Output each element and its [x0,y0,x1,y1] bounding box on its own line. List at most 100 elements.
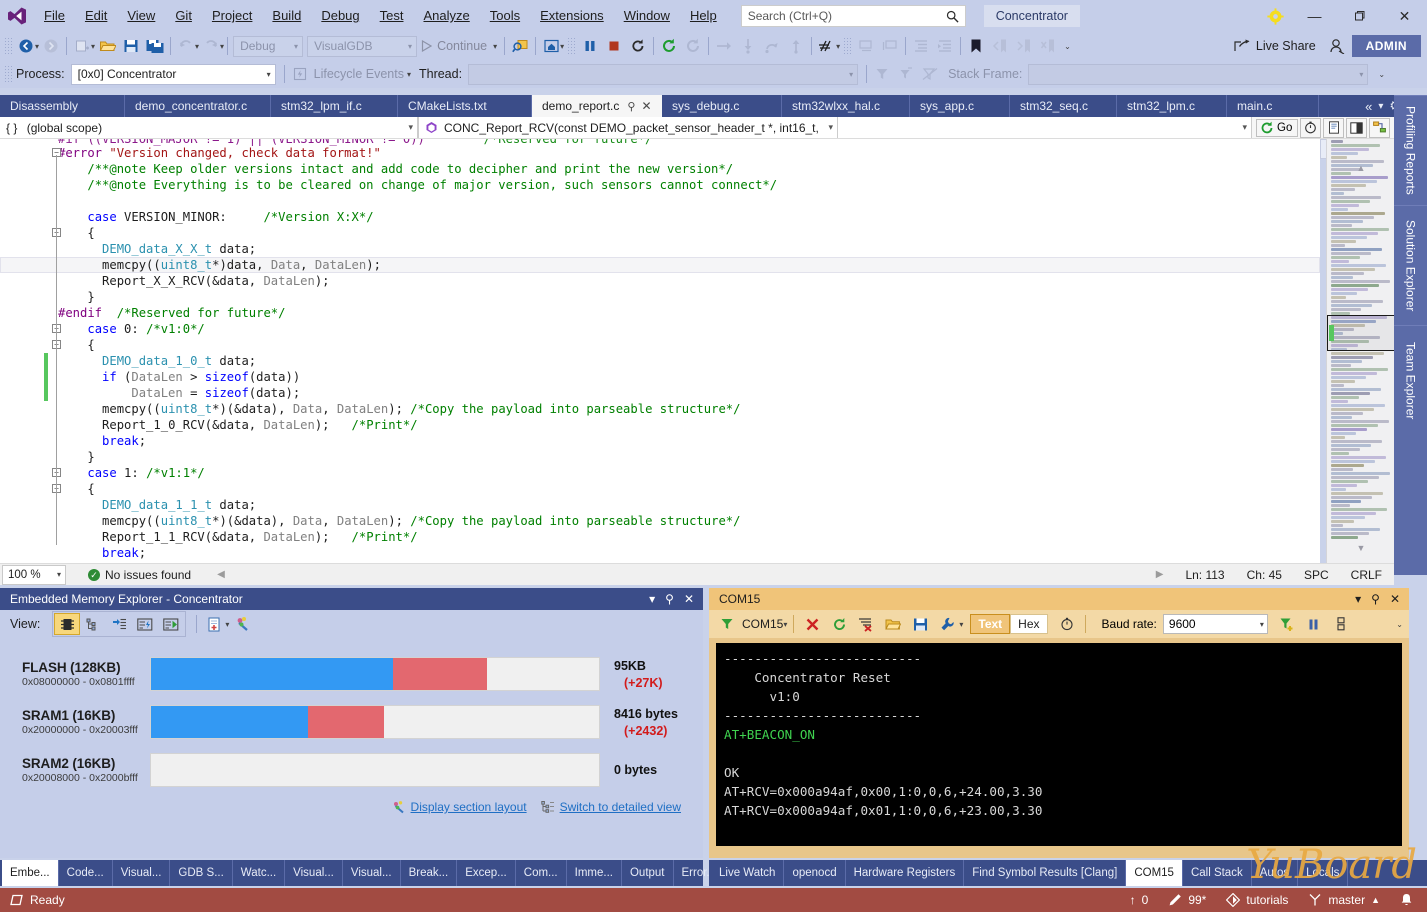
solution-platform-combo[interactable]: VisualGDB ▾ [307,35,418,57]
toolbar-grip[interactable] [4,37,12,55]
notifications-bell[interactable] [1400,893,1413,907]
minimize-button[interactable]: — [1292,0,1337,32]
thread-markers-icon[interactable] [815,34,839,58]
tab-overflow-icon[interactable]: « [1365,99,1372,114]
maximize-button[interactable] [1337,0,1382,32]
tool-tab-team-explorer[interactable]: Team Explorer [1394,325,1427,435]
menu-file[interactable]: File [34,0,75,32]
menu-help[interactable]: Help [680,0,727,32]
settings-gear-icon[interactable] [1258,0,1292,32]
code-line[interactable]: } [0,449,1320,465]
code-line[interactable]: memcpy((uint8_t*)data, Data, DataLen); [0,257,1320,273]
code-line[interactable]: DEMO_data_1_1_t data; [0,497,1320,513]
memory-settings-icon[interactable] [231,612,255,636]
panel-menu-icon[interactable]: ▾ [1355,592,1361,606]
minimap-viewport[interactable] [1327,315,1394,351]
menu-project[interactable]: Project [202,0,262,32]
code-line[interactable]: − { [0,481,1320,497]
bottom-tab[interactable]: Locals [1298,860,1349,886]
search-input[interactable]: Search (Ctrl+Q) [740,5,966,27]
add-terminal-icon[interactable] [1275,612,1299,636]
tab-stm32wlxx-hal-c[interactable]: stm32wlxx_hal.c [782,95,910,117]
menu-build[interactable]: Build [262,0,311,32]
split-view-icon[interactable] [1346,117,1368,138]
proc-toolbar-grip[interactable] [4,65,12,83]
tab-sys-debug-c[interactable]: sys_debug.c [662,95,782,117]
close-tab-icon[interactable]: ✕ [641,99,651,113]
mode-text-button[interactable]: Text [970,614,1011,634]
code-line[interactable]: Report_1_1_RCV(&data, DataLen); /*Print*… [0,529,1320,545]
code-line[interactable]: − { [0,225,1320,241]
code-line[interactable]: if (DataLen > sizeof(data)) [0,369,1320,385]
split-terminal-icon[interactable] [1329,612,1353,636]
code-line[interactable]: /**@note Keep older versions intact and … [0,161,1320,177]
menu-extensions[interactable]: Extensions [530,0,614,32]
tab-disassembly[interactable]: Disassembly [0,95,125,117]
document-outline-icon[interactable] [1323,117,1345,138]
bottom-tab[interactable]: Visual... [343,860,401,886]
code-line[interactable]: Report_1_0_RCV(&data, DataLen); /*Print*… [0,417,1320,433]
code-line[interactable]: } [0,289,1320,305]
branch-indicator[interactable]: master ▲ [1308,893,1380,907]
disconnect-icon[interactable] [800,612,824,636]
com-toolbar-overflow-icon[interactable]: ⌄ [1396,620,1409,629]
project-chip[interactable]: Concentrator [983,5,1080,27]
toolbar-overflow-icon[interactable]: ⌄ [1064,42,1071,51]
tab-cmakelists-txt[interactable]: CMakeLists.txt [398,95,532,117]
menu-view[interactable]: View [117,0,165,32]
navigate-backward-icon[interactable] [14,34,38,58]
code-line[interactable]: − { [0,337,1320,353]
bottom-tab[interactable]: Hardware Registers [846,860,965,886]
reconnect-icon[interactable] [827,612,851,636]
process-combo[interactable]: [0x0] Concentrator ▾ [70,63,276,85]
view-tree-icon[interactable] [80,613,106,635]
bottom-tab[interactable]: Embe... [2,860,59,886]
tab-main-c[interactable]: main.c [1227,95,1319,117]
bottom-tab[interactable]: Break... [401,860,458,886]
add-report-icon[interactable] [202,612,226,636]
bottom-tab[interactable]: Find Symbol Results [Clang] [964,860,1127,886]
issues-prev-icon[interactable]: ◀ [217,569,225,580]
timestamp-icon[interactable] [1055,612,1079,636]
mode-hex-button[interactable]: Hex [1010,614,1048,634]
view-flash-icon[interactable] [132,613,158,635]
bottom-tab[interactable]: Live Watch [711,860,785,886]
pin-tab-icon[interactable]: ⚲ [627,100,635,113]
code-line[interactable]: Report_X_X_RCV(&data, DataLen); [0,273,1320,289]
code-map-icon[interactable] [1369,117,1391,138]
history-clock-icon[interactable] [1300,117,1322,138]
save-all-icon[interactable] [143,34,167,58]
bookmark-icon[interactable] [964,34,988,58]
outgoing-commits[interactable]: ↑ 0 [1130,893,1149,907]
indentation-indicator[interactable]: SPC [1304,568,1329,582]
navbar-search-combo[interactable]: ▾ [838,117,1252,138]
menu-tools[interactable]: Tools [480,0,530,32]
bottom-tab[interactable]: Output [622,860,674,886]
continue-dropdown-icon[interactable]: ▾ [493,42,497,51]
issues-status[interactable]: ✓ No issues found [88,568,191,582]
view-run-icon[interactable] [158,613,184,635]
menu-git[interactable]: Git [165,0,202,32]
code-line[interactable]: case VERSION_MINOR: /*Version X:X*/ [0,209,1320,225]
repository-indicator[interactable]: tutorials [1226,893,1288,907]
close-button[interactable]: ✕ [1382,0,1427,32]
pending-changes[interactable]: 99* [1168,893,1206,907]
open-file-icon[interactable] [95,34,119,58]
code-line[interactable]: − #error "Version changed, check data for… [0,145,1320,161]
tab-stm32-lpm-if-c[interactable]: stm32_lpm_if.c [271,95,398,117]
code-line[interactable]: memcpy((uint8_t*)(&data), Data, DataLen)… [0,513,1320,529]
terminal-settings-icon[interactable] [935,612,959,636]
panel-close-icon[interactable]: ✕ [1390,592,1400,606]
menu-window[interactable]: Window [614,0,680,32]
code-line[interactable]: memcpy((uint8_t*)(&data), Data, DataLen)… [0,401,1320,417]
memory-usage-bar[interactable] [150,657,600,691]
code-line[interactable] [0,193,1320,209]
bottom-tab[interactable]: openocd [784,860,846,886]
panel-pin-icon[interactable]: ⚲ [1371,592,1380,606]
live-share-button[interactable]: Live Share [1228,39,1322,53]
continue-button[interactable]: Continue ▾ [417,39,501,53]
member-combo[interactable]: CONC_Report_RCV(const DEMO_packet_sensor… [418,117,838,138]
bottom-tab[interactable]: Imme... [567,860,622,886]
code-line[interactable]: break; [0,433,1320,449]
code-line[interactable]: − case 1: /*v1:1*/ [0,465,1320,481]
